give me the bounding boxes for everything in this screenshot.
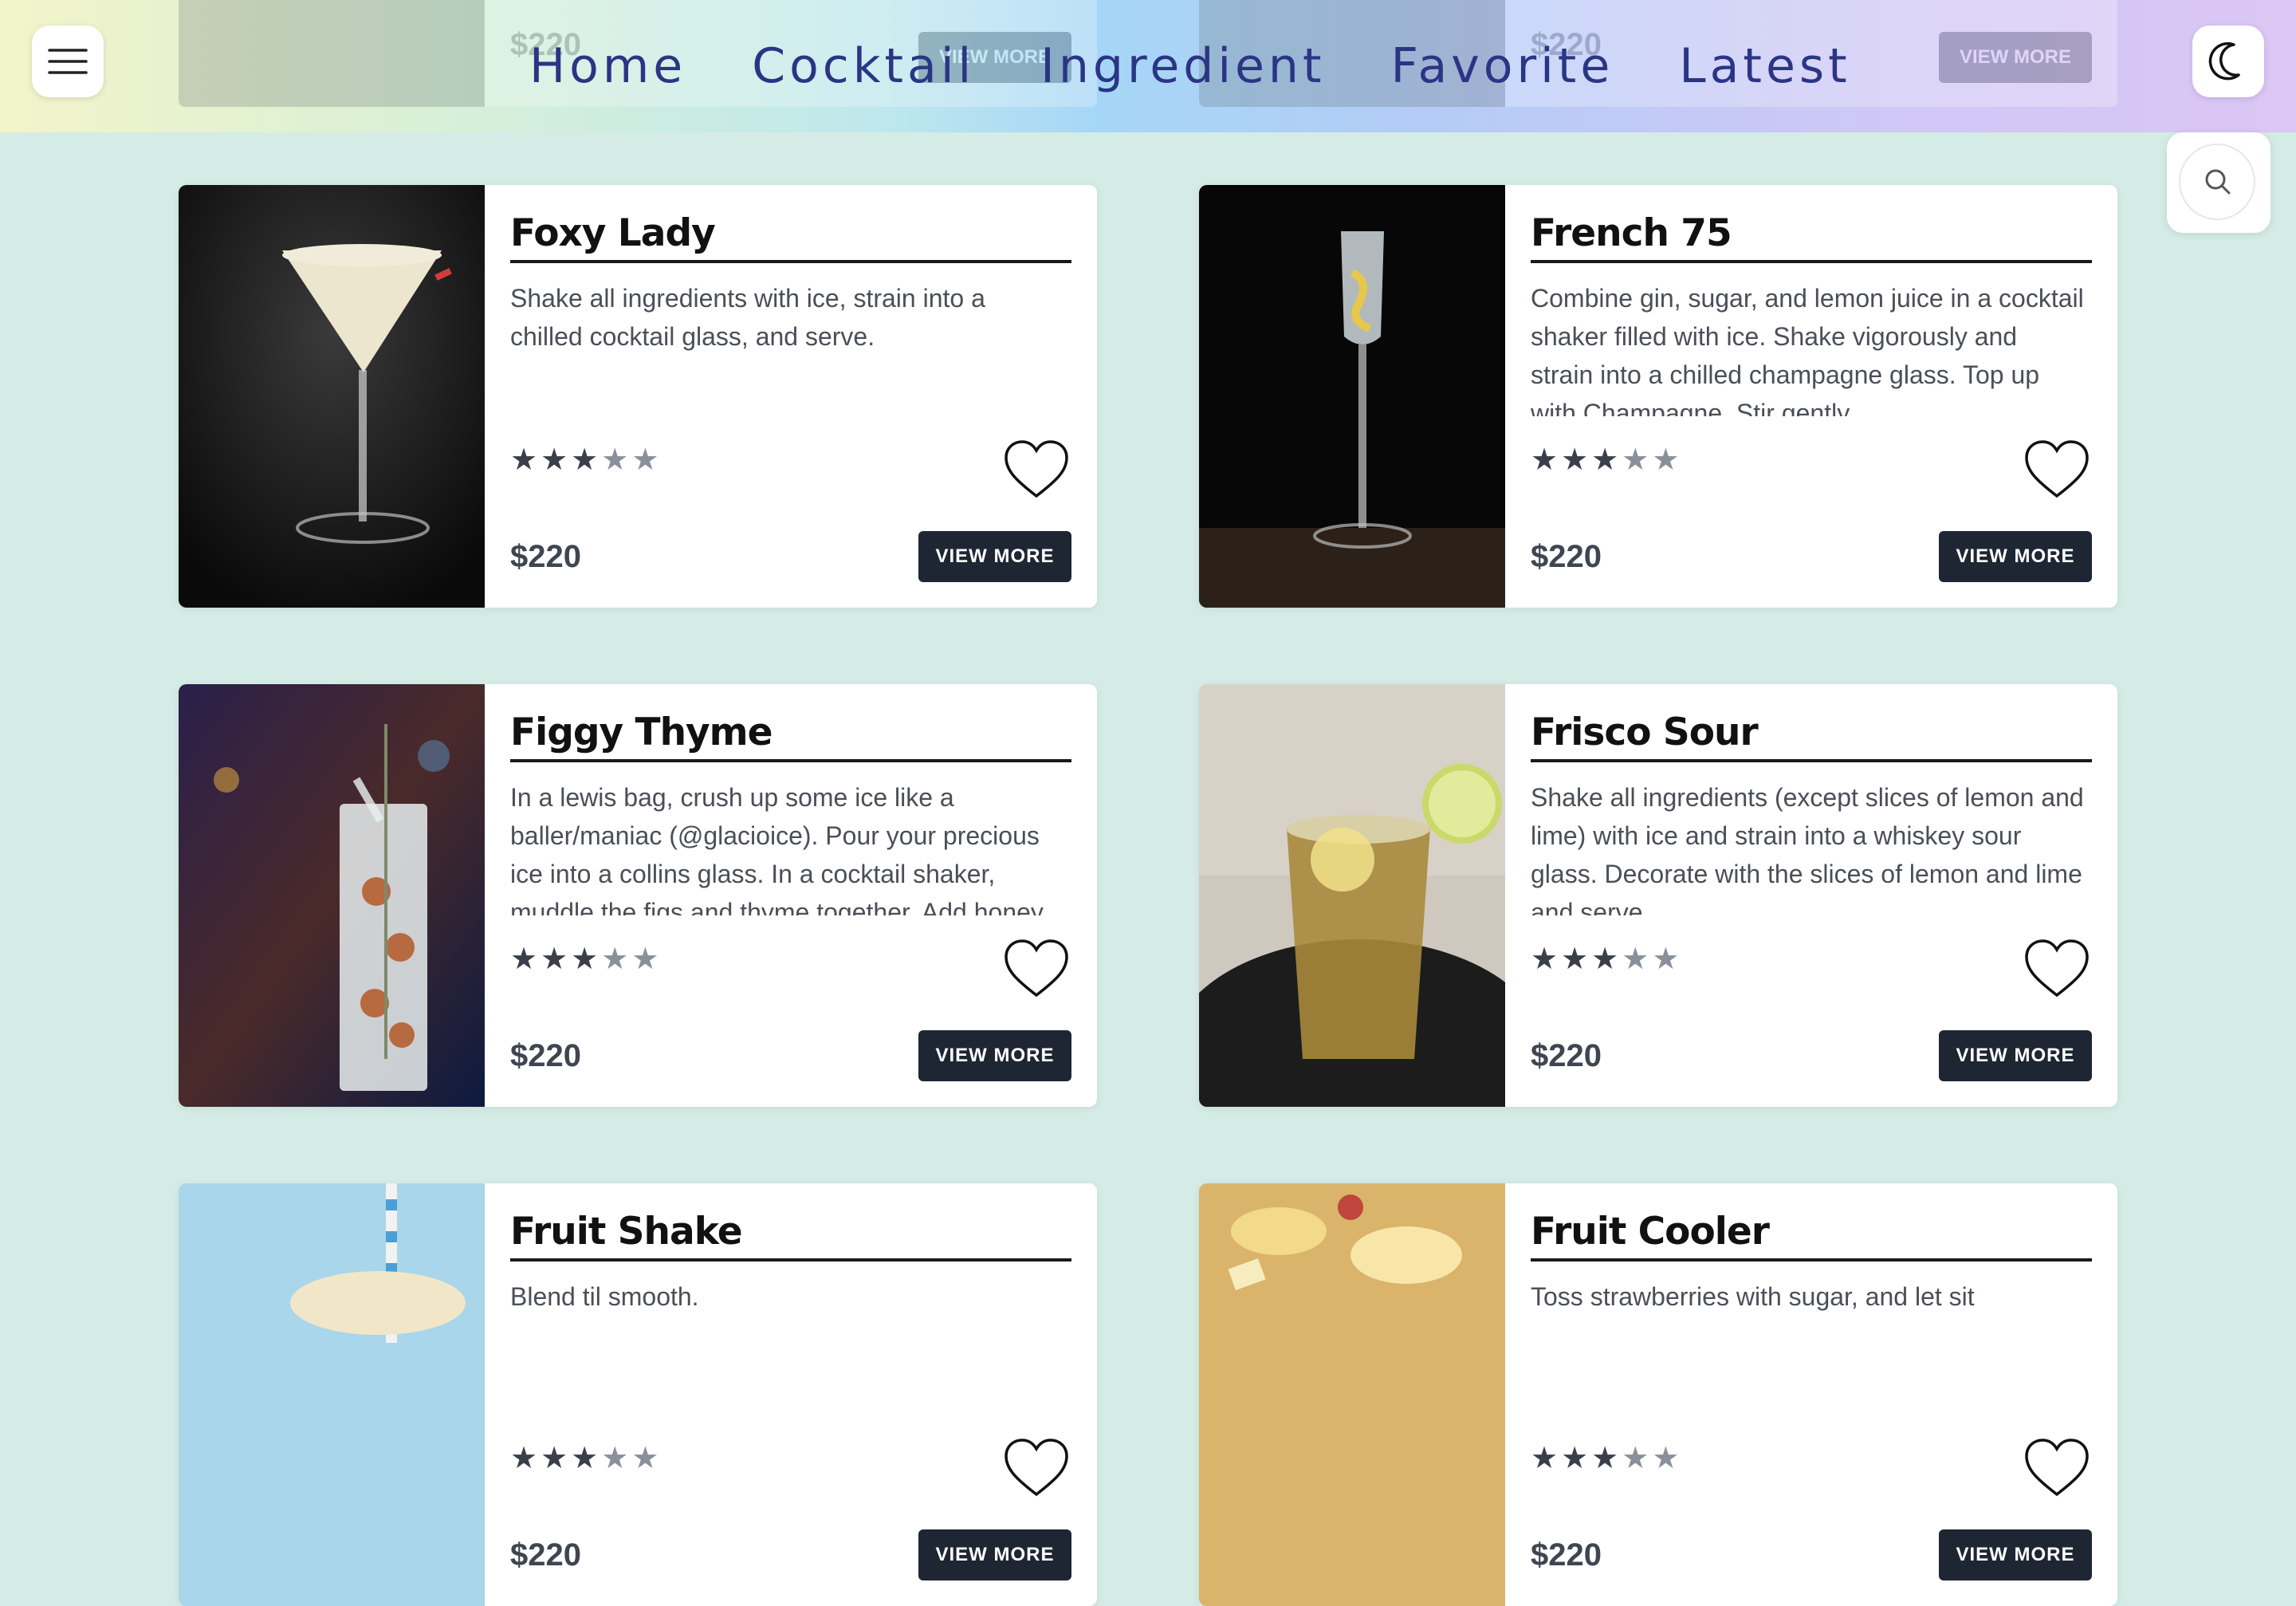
star-icon: ★ xyxy=(631,941,659,976)
view-more-button[interactable]: VIEW MORE xyxy=(1939,1030,2092,1081)
star-icon: ★ xyxy=(1561,941,1589,976)
heart-outline-icon[interactable] xyxy=(1001,437,1071,501)
cocktail-title: French 75 xyxy=(1531,209,2092,263)
star-icon: ★ xyxy=(510,941,538,976)
nav-link-favorite[interactable]: Favorite xyxy=(1390,30,1614,102)
nav-link-ingredient[interactable]: Ingredient xyxy=(1040,30,1325,102)
star-rating: ★ ★ ★ ★ ★ xyxy=(510,941,659,976)
card-body: Fruit Shake Blend til smooth. ★ ★ ★ ★ ★ … xyxy=(510,1183,1071,1606)
star-icon: ★ xyxy=(601,941,629,976)
cocktail-description: Shake all ingredients with ice, strain i… xyxy=(510,284,985,351)
cocktail-price: $220 xyxy=(1531,539,1602,574)
star-icon: ★ xyxy=(1561,1440,1589,1475)
cocktail-title: Figgy Thyme xyxy=(510,708,1071,762)
star-icon: ★ xyxy=(1622,442,1649,477)
star-icon: ★ xyxy=(1622,941,1649,976)
cocktail-price: $220 xyxy=(1531,1038,1602,1073)
star-icon: ★ xyxy=(1652,1440,1680,1475)
scrolled-view-more-button: VIEW MORE xyxy=(1939,32,2092,83)
star-icon: ★ xyxy=(1531,941,1559,976)
cocktail-description: In a lewis bag, crush up some ice like a… xyxy=(510,783,1044,915)
star-icon: ★ xyxy=(1561,442,1589,477)
cocktail-image xyxy=(179,684,485,1107)
card-body: Figgy Thyme In a lewis bag, crush up som… xyxy=(510,684,1071,1107)
cocktail-description: Toss strawberries with sugar, and let si… xyxy=(1531,1282,1975,1311)
star-icon: ★ xyxy=(631,442,659,477)
star-icon: ★ xyxy=(1591,1440,1619,1475)
star-icon: ★ xyxy=(541,442,568,477)
card-body: Frisco Sour Shake all ingredients (excep… xyxy=(1531,684,2092,1107)
cocktail-price: $220 xyxy=(510,539,581,574)
heart-outline-icon[interactable] xyxy=(1001,1435,1071,1499)
heart-outline-icon[interactable] xyxy=(2022,437,2092,501)
cocktail-description: Blend til smooth. xyxy=(510,1282,699,1311)
cocktail-image xyxy=(1199,1183,1505,1606)
top-navigation-bar: $220 VIEW MORE $220 VIEW MORE Home Cockt… xyxy=(0,0,2296,132)
cocktail-price: $220 xyxy=(510,1038,581,1073)
cocktail-card: Frisco Sour Shake all ingredients (excep… xyxy=(1199,684,2117,1107)
cocktail-title: Fruit Shake xyxy=(510,1207,1071,1262)
cocktail-title: Fruit Cooler xyxy=(1531,1207,2092,1262)
main-nav: Home Cocktail Ingredient Favorite Latest xyxy=(529,30,1851,102)
cocktail-card: Fruit Cooler Toss strawberries with suga… xyxy=(1199,1183,2117,1606)
heart-outline-icon[interactable] xyxy=(2022,936,2092,1000)
cocktail-description: Combine gin, sugar, and lemon juice in a… xyxy=(1531,284,2084,416)
star-icon: ★ xyxy=(1652,941,1680,976)
cocktail-card: Fruit Shake Blend til smooth. ★ ★ ★ ★ ★ … xyxy=(179,1183,1097,1606)
card-body: Fruit Cooler Toss strawberries with suga… xyxy=(1531,1183,2092,1606)
cocktail-price: $220 xyxy=(510,1537,581,1573)
menu-button[interactable] xyxy=(32,26,104,97)
cocktail-title: Foxy Lady xyxy=(510,209,1071,263)
star-icon: ★ xyxy=(1531,442,1559,477)
heart-outline-icon[interactable] xyxy=(2022,1435,2092,1499)
nav-link-cocktail[interactable]: Cocktail xyxy=(752,30,975,102)
search-button[interactable] xyxy=(2167,132,2270,233)
cocktail-title: Frisco Sour xyxy=(1531,708,2092,762)
nav-link-home[interactable]: Home xyxy=(529,30,686,102)
cocktail-image xyxy=(1199,684,1505,1107)
star-icon: ★ xyxy=(631,1440,659,1475)
view-more-button[interactable]: VIEW MORE xyxy=(918,1030,1071,1081)
star-icon: ★ xyxy=(541,941,568,976)
crescent-moon-icon xyxy=(2208,41,2240,81)
cocktail-price: $220 xyxy=(1531,1537,1602,1573)
star-icon: ★ xyxy=(1652,442,1680,477)
heart-outline-icon[interactable] xyxy=(1001,936,1071,1000)
cocktail-card: Foxy Lady Shake all ingredients with ice… xyxy=(179,185,1097,608)
cocktail-card: French 75 Combine gin, sugar, and lemon … xyxy=(1199,185,2117,608)
view-more-button[interactable]: VIEW MORE xyxy=(918,531,1071,582)
star-icon: ★ xyxy=(601,442,629,477)
star-rating: ★ ★ ★ ★ ★ xyxy=(1531,941,1679,976)
nav-link-latest[interactable]: Latest xyxy=(1679,30,1850,102)
star-icon: ★ xyxy=(510,1440,538,1475)
cocktail-description: Shake all ingredients (except slices of … xyxy=(1531,783,2084,915)
magnifier-search-icon xyxy=(2205,169,2231,195)
star-icon: ★ xyxy=(571,442,599,477)
star-icon: ★ xyxy=(1591,442,1619,477)
view-more-button[interactable]: VIEW MORE xyxy=(1939,531,2092,582)
view-more-button[interactable]: VIEW MORE xyxy=(918,1529,1071,1580)
star-rating: ★ ★ ★ ★ ★ xyxy=(1531,1440,1679,1475)
card-body: French 75 Combine gin, sugar, and lemon … xyxy=(1531,185,2092,608)
hamburger-menu-icon xyxy=(48,49,88,74)
card-body: Foxy Lady Shake all ingredients with ice… xyxy=(510,185,1071,608)
star-icon: ★ xyxy=(1622,1440,1649,1475)
star-icon: ★ xyxy=(1591,941,1619,976)
cocktail-image xyxy=(179,185,485,608)
star-rating: ★ ★ ★ ★ ★ xyxy=(510,1440,659,1475)
star-icon: ★ xyxy=(541,1440,568,1475)
view-more-button[interactable]: VIEW MORE xyxy=(1939,1529,2092,1580)
cocktail-card: Figgy Thyme In a lewis bag, crush up som… xyxy=(179,684,1097,1107)
star-icon: ★ xyxy=(601,1440,629,1475)
star-icon: ★ xyxy=(571,1440,599,1475)
star-icon: ★ xyxy=(510,442,538,477)
cocktail-image xyxy=(1199,185,1505,608)
cocktail-image xyxy=(179,1183,485,1606)
star-icon: ★ xyxy=(571,941,599,976)
star-icon: ★ xyxy=(1531,1440,1559,1475)
star-rating: ★ ★ ★ ★ ★ xyxy=(510,442,659,477)
theme-toggle-button[interactable] xyxy=(2192,26,2264,97)
star-rating: ★ ★ ★ ★ ★ xyxy=(1531,442,1679,477)
